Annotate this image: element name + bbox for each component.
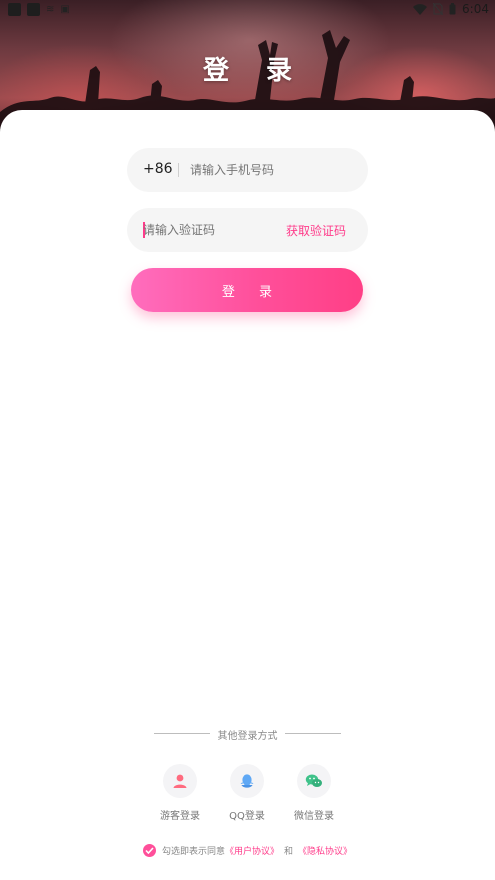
wechat-login-button[interactable] (297, 764, 331, 798)
agreement-checkbox[interactable] (142, 844, 156, 857)
field-divider (178, 163, 179, 177)
wechat-icon (305, 774, 322, 787)
user-agreement-link[interactable]: 《用户协议》 (225, 844, 279, 857)
agreement-row: 勾选即表示同意 《用户协议》 和 《隐私协议》 (0, 844, 495, 857)
privacy-policy-link[interactable]: 《隐私协议》 (298, 844, 352, 857)
qq-login-option[interactable]: QQ登录 (217, 764, 277, 822)
phone-field[interactable]: +86 (127, 148, 368, 192)
wifi-icon (413, 3, 428, 15)
guest-login-label: 游客登录 (160, 811, 200, 822)
guest-login-option[interactable]: 游客登录 (150, 764, 210, 822)
user-icon (173, 774, 187, 788)
country-code[interactable]: +86 (143, 161, 173, 177)
qq-icon (240, 774, 254, 788)
guest-login-button[interactable] (163, 764, 197, 798)
app-icon (27, 3, 40, 16)
status-left-icons: ≋ ▣ (8, 3, 70, 16)
other-login-title: 其他登录方式 (217, 731, 278, 742)
wechat-login-option[interactable]: 微信登录 (284, 764, 344, 822)
qq-login-button[interactable] (230, 764, 264, 798)
page-title: 登 录 (202, 56, 307, 86)
status-right-icons: 6:04 (413, 2, 489, 16)
agreement-and: 和 (284, 847, 294, 857)
status-bar: ≋ ▣ 6:04 (0, 0, 495, 20)
battery-icon (449, 3, 456, 15)
notification-icon: ▣ (60, 4, 70, 15)
divider-right (285, 733, 341, 734)
qq-login-label: QQ登录 (229, 811, 265, 822)
cast-icon: ≋ (46, 4, 55, 15)
check-icon (145, 847, 154, 854)
get-code-button[interactable]: 获取验证码 (286, 222, 346, 239)
wechat-login-label: 微信登录 (294, 811, 334, 822)
code-field[interactable]: 获取验证码 (127, 208, 368, 252)
agreement-prefix: 勾选即表示同意 (161, 847, 225, 857)
status-time: 6:04 (462, 2, 489, 16)
app-icon (8, 3, 21, 16)
phone-input[interactable] (190, 148, 360, 192)
code-input[interactable] (143, 208, 273, 252)
login-button[interactable]: 登 录 (131, 268, 363, 312)
no-sim-icon (433, 3, 444, 15)
